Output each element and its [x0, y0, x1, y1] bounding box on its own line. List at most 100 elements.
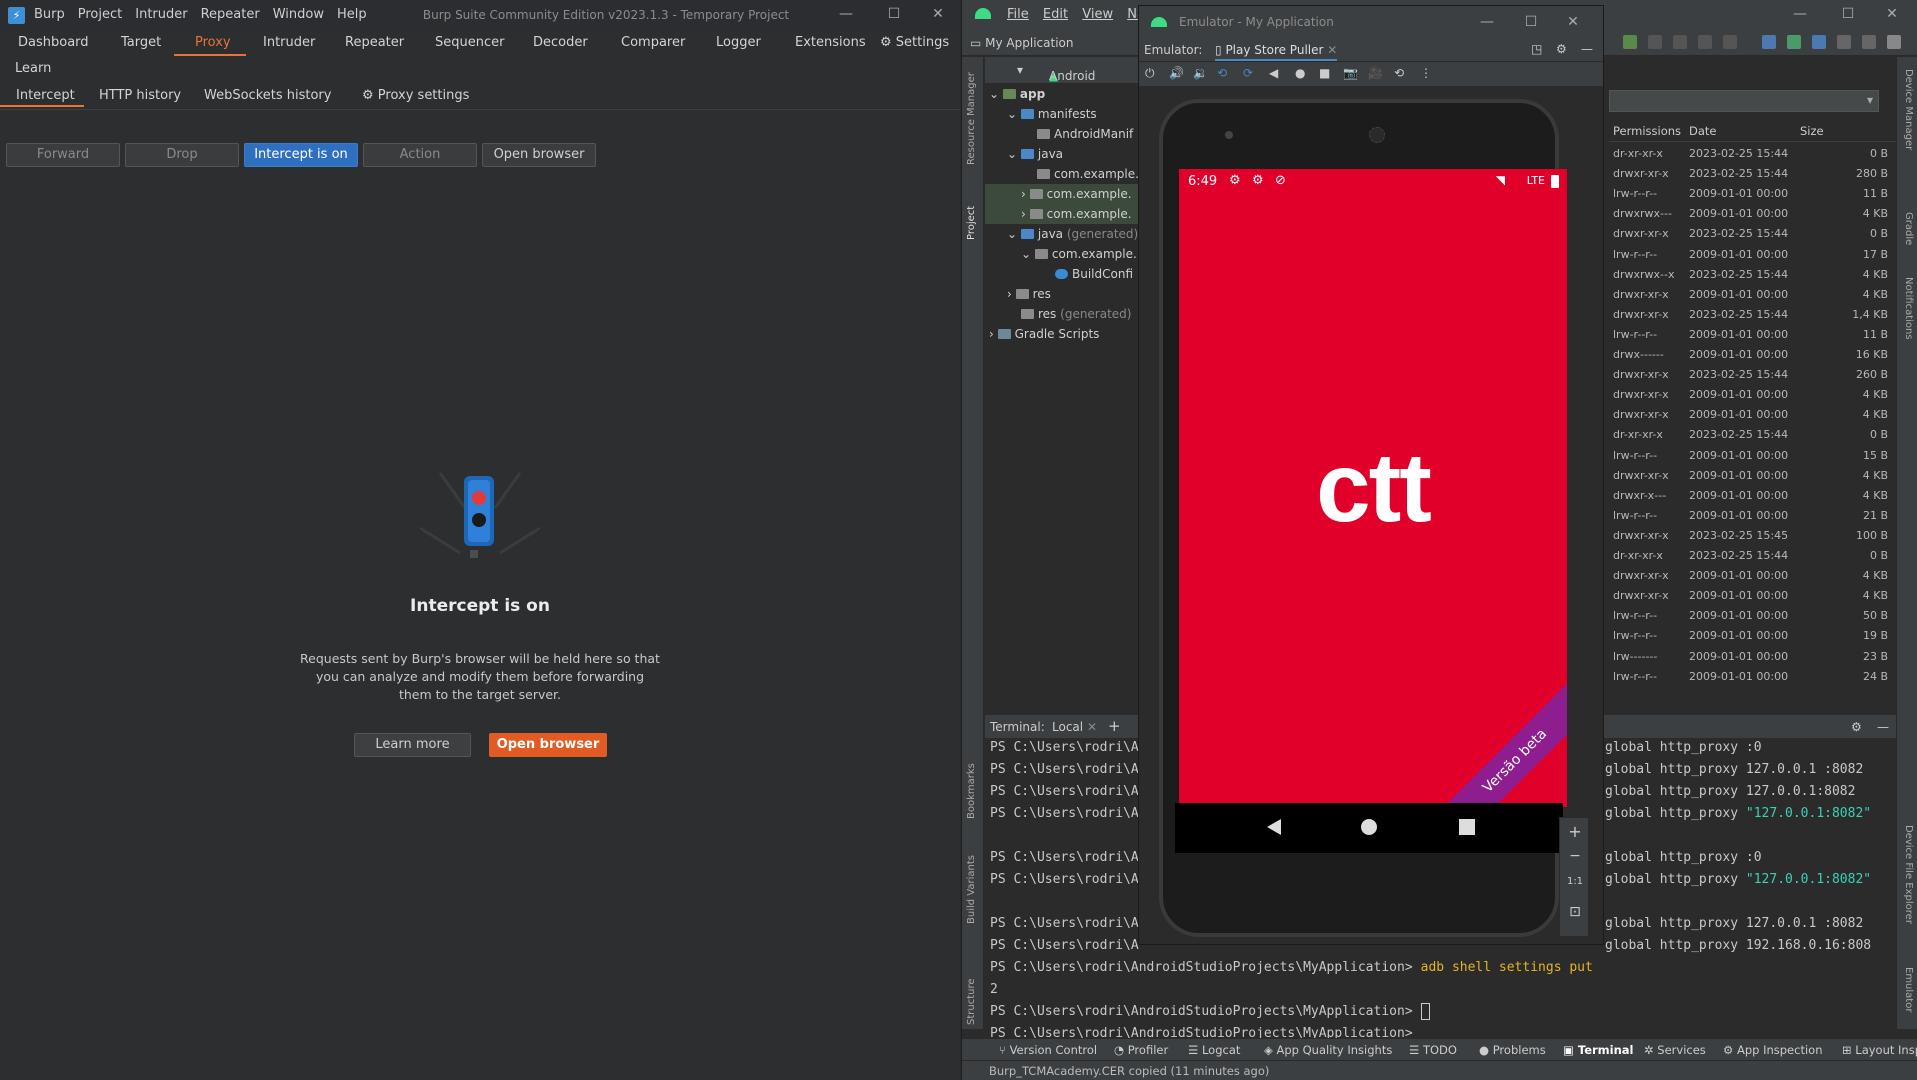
zoom-actual-size[interactable]: 1:1 — [1560, 876, 1590, 887]
tool-build-variants[interactable]: Build Variants — [966, 855, 977, 924]
menu-file[interactable]: File — [1007, 7, 1029, 22]
close-icon[interactable]: ✕ — [1565, 14, 1581, 30]
tree-item-package[interactable]: com.example. — [1037, 164, 1139, 184]
file-row[interactable]: drwxrwx--- 2009-01-01 00:00 4 KB — [1609, 204, 1896, 224]
minimize-icon[interactable]: — — [1479, 14, 1495, 30]
debug-icon[interactable] — [1648, 35, 1662, 49]
tool-resource-manager[interactable]: Resource Manager — [966, 72, 977, 165]
gear-icon[interactable]: ⚙ — [1851, 720, 1862, 734]
tab-terminal[interactable]: ▣ Terminal — [1563, 1043, 1633, 1057]
minimize-icon[interactable]: — — [838, 6, 854, 22]
nav-home-icon[interactable] — [1360, 818, 1378, 836]
stop-icon[interactable] — [1723, 35, 1737, 49]
tree-item-manifest-file[interactable]: AndroidManif — [1037, 124, 1133, 144]
zoom-in-icon[interactable]: + — [1560, 822, 1590, 841]
file-row[interactable]: lrw-r--r-- 2009-01-01 00:00 17 B — [1609, 245, 1896, 265]
open-browser-toolbar-button[interactable]: Open browser — [482, 143, 596, 167]
volume-up-icon[interactable]: 🔊 — [1169, 66, 1184, 80]
tool-gradle[interactable]: Gradle — [1903, 212, 1914, 245]
detach-icon[interactable]: ◳ — [1531, 42, 1542, 56]
hide-icon[interactable]: — — [1581, 42, 1593, 56]
file-row[interactable]: drwxr-xr-x 2023-02-25 15:44 280 B — [1609, 164, 1896, 184]
open-browser-button[interactable]: Open browser — [489, 733, 607, 757]
settings-button[interactable]: ⚙ Settings — [880, 35, 949, 50]
drop-button[interactable]: Drop — [125, 143, 239, 167]
tab-profiler[interactable]: ◔ Profiler — [1114, 1043, 1168, 1057]
subtab-intercept[interactable]: Intercept — [16, 88, 75, 103]
col-date[interactable]: Date — [1689, 124, 1717, 138]
new-terminal-icon[interactable]: + — [1108, 717, 1121, 735]
account-icon[interactable] — [1887, 35, 1901, 49]
file-row[interactable]: dr-xr-xr-x 2023-02-25 15:44 0 B — [1609, 144, 1896, 164]
file-row[interactable]: drwxr-xr-x 2023-02-25 15:44 260 B — [1609, 365, 1896, 385]
subtab-http-history[interactable]: HTTP history — [99, 88, 181, 103]
action-button[interactable]: Action — [363, 143, 477, 167]
file-row[interactable]: drwxr-xr-x 2009-01-01 00:00 4 KB — [1609, 566, 1896, 586]
tab-repeater[interactable]: Repeater — [345, 35, 404, 50]
tree-item-buildconfig[interactable]: BuildConfi — [1055, 264, 1133, 284]
file-row[interactable]: lrw-r--r-- 2009-01-01 00:00 24 B — [1609, 667, 1896, 687]
file-row[interactable]: lrw-r--r-- 2009-01-01 00:00 11 B — [1609, 325, 1896, 345]
sync-icon[interactable] — [1762, 35, 1776, 49]
tab-todo[interactable]: ☰ TODO — [1409, 1043, 1457, 1057]
file-row[interactable]: drwxr-xr-x 2009-01-01 00:00 4 KB — [1609, 385, 1896, 405]
home-icon[interactable]: ● — [1295, 66, 1305, 80]
col-permissions[interactable]: Permissions — [1613, 124, 1681, 138]
rotate-left-icon[interactable]: ⟲ — [1217, 66, 1227, 80]
forward-button[interactable]: Forward — [6, 143, 120, 167]
tab-app-inspection[interactable]: ⚙ App Inspection — [1723, 1043, 1823, 1057]
file-row[interactable]: drwxr-xr-x 2023-02-25 15:44 0 B — [1609, 224, 1896, 244]
device-manager-icon[interactable] — [1787, 35, 1801, 49]
zoom-out-icon[interactable]: − — [1560, 848, 1590, 864]
device-path-select[interactable]: ▾ — [1609, 90, 1879, 112]
tab-version-control[interactable]: ⑂ Version Control — [999, 1043, 1097, 1057]
file-row[interactable]: drwxr-xr-x 2009-01-01 00:00 4 KB — [1609, 586, 1896, 606]
tree-item-package-generated[interactable]: ⌄ com.example. — [1021, 244, 1137, 264]
file-row[interactable]: drwxr-xr-x 2023-02-25 15:45 100 B — [1609, 526, 1896, 546]
back-icon[interactable]: ◀ — [1269, 66, 1278, 80]
learn-more-button[interactable]: Learn more — [354, 733, 471, 757]
file-row[interactable]: drwx------ 2009-01-01 00:00 16 KB — [1609, 345, 1896, 365]
record-icon[interactable]: 🎥 — [1368, 66, 1383, 80]
file-row[interactable]: drwxr-x--- 2009-01-01 00:00 4 KB — [1609, 486, 1896, 506]
file-row[interactable]: drwxr-xr-x 2023-02-25 15:44 1,4 KB — [1609, 305, 1896, 325]
proxy-settings-button[interactable]: ⚙ Proxy settings — [362, 88, 469, 103]
tab-intruder[interactable]: Intruder — [263, 35, 315, 50]
tree-item-res-generated[interactable]: res (generated) — [1021, 304, 1131, 324]
nav-recents-icon[interactable] — [1458, 818, 1476, 836]
tree-item-gradle-scripts[interactable]: › Gradle Scripts — [989, 324, 1099, 344]
tool-notifications[interactable]: Notifications — [1903, 277, 1914, 340]
hide-panel-icon[interactable]: — — [1877, 720, 1889, 734]
volume-down-icon[interactable]: 🔉 — [1193, 66, 1208, 80]
tab-decoder[interactable]: Decoder — [533, 35, 588, 50]
close-tab-icon[interactable]: ✕ — [1327, 43, 1337, 57]
gear-icon[interactable]: ⚙ — [1556, 42, 1567, 56]
device-tab[interactable]: ▯ Play Store Puller ✕ — [1215, 43, 1338, 61]
nav-back-icon[interactable] — [1265, 818, 1283, 836]
file-row[interactable]: dr-xr-xr-x 2023-02-25 15:44 0 B — [1609, 425, 1896, 445]
minimize-icon[interactable]: — — [1792, 6, 1808, 22]
file-row[interactable]: drwxr-xr-x 2009-01-01 00:00 4 KB — [1609, 466, 1896, 486]
tab-logcat[interactable]: ☰ Logcat — [1188, 1043, 1240, 1057]
tool-device-manager[interactable]: Device Manager — [1903, 69, 1914, 150]
file-row[interactable]: drwxr-xr-x 2009-01-01 00:00 4 KB — [1609, 285, 1896, 305]
zoom-fit-icon[interactable]: ⊡ — [1560, 904, 1590, 920]
file-row[interactable]: lrw-r--r-- 2009-01-01 00:00 19 B — [1609, 626, 1896, 646]
close-tab-icon[interactable]: ✕ — [1087, 720, 1097, 734]
file-row[interactable]: drwxrwx--x 2023-02-25 15:44 4 KB — [1609, 265, 1896, 285]
rotate-right-icon[interactable]: ⟳ — [1243, 66, 1253, 80]
phone-screen[interactable]: 6:49 ⚙ ⚙ ⊘ ◥ LTE ctt Versão beta — [1179, 169, 1567, 807]
tool-structure[interactable]: Structure — [966, 978, 977, 1025]
tree-item-res[interactable]: › res — [1007, 284, 1051, 304]
settings-icon[interactable] — [1862, 35, 1876, 49]
file-row[interactable]: dr-xr-xr-x 2023-02-25 15:44 0 B — [1609, 546, 1896, 566]
tree-item-app[interactable]: ⌄ app — [989, 84, 1045, 104]
overview-icon[interactable]: ■ — [1319, 66, 1330, 80]
tab-target[interactable]: Target — [121, 35, 161, 50]
maximize-icon[interactable]: ☐ — [1523, 14, 1539, 30]
attach-icon[interactable] — [1698, 35, 1712, 49]
tree-item-java[interactable]: ⌄ java — [1007, 144, 1063, 164]
tab-extensions[interactable]: Extensions — [795, 35, 866, 50]
file-row[interactable]: lrw-r--r-- 2009-01-01 00:00 15 B — [1609, 446, 1896, 466]
tab-comparer[interactable]: Comparer — [621, 35, 685, 50]
